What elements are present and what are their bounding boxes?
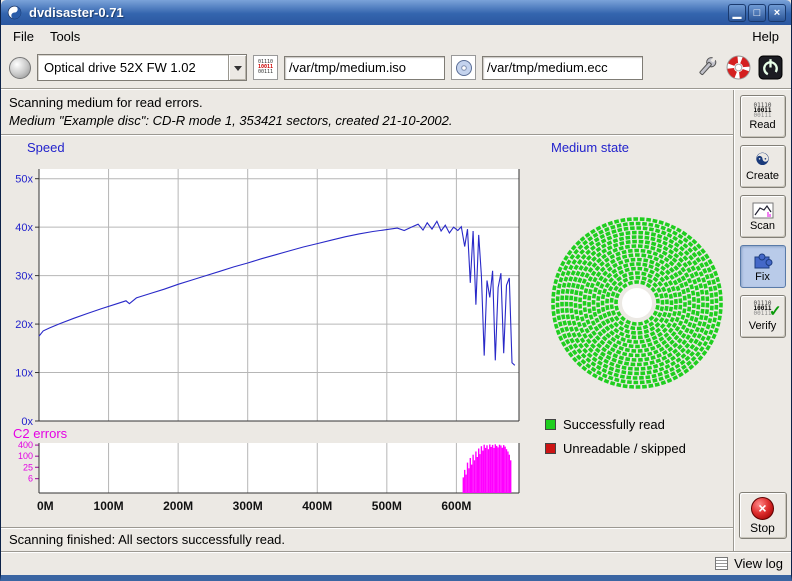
title-bar[interactable]: dvdisaster-0.71 ▁ □ × [1, 0, 791, 25]
operation-status-line1: Scanning medium for read errors. [9, 95, 733, 110]
svg-text:300M: 300M [233, 499, 263, 513]
drive-selector-value: Optical drive 52X FW 1.02 [38, 60, 228, 75]
image-file-icon: 01110 10011 00111 [253, 55, 278, 80]
action-button-column: 01110 10011 00111 Read ☯ Create Scan [733, 90, 791, 551]
menu-tools[interactable]: Tools [42, 27, 88, 46]
operation-status-area: Scanning medium for read errors. Medium … [1, 90, 733, 134]
legend-unreadable-label: Unreadable / skipped [563, 441, 686, 456]
stop-button[interactable]: × Stop [739, 492, 787, 539]
view-log-label: View log [734, 556, 783, 571]
medium-info-line: Medium "Example disc": CD-R mode 1, 3534… [9, 113, 733, 128]
left-column: Scanning medium for read errors. Medium … [1, 90, 733, 551]
dvdisaster-logo-icon[interactable] [725, 55, 751, 81]
svg-text:100: 100 [18, 451, 33, 461]
binary-read-icon: 01110 10011 00111 [753, 103, 771, 118]
medium-state-legend: Successfully read Unreadable / skipped [545, 417, 733, 456]
c2-errors-chart: 6 25100400 [1, 441, 541, 497]
view-log-button[interactable]: View log [715, 556, 783, 571]
svg-text:50x: 50x [15, 174, 33, 186]
menu-bar: File Tools Help [1, 25, 791, 47]
scan-result-status: Scanning finished: All sectors successfu… [1, 529, 733, 550]
menu-file[interactable]: File [5, 27, 42, 46]
scan-button-label: Scan [750, 220, 775, 232]
iso-path-input[interactable] [284, 56, 445, 80]
svg-text:200M: 200M [163, 499, 193, 513]
ecc-file-icon [451, 55, 476, 80]
maximize-button[interactable]: □ [748, 4, 766, 22]
drive-selector[interactable]: Optical drive 52X FW 1.02 [37, 54, 247, 81]
app-window: dvdisaster-0.71 ▁ □ × File Tools Help Op… [0, 0, 792, 581]
legend-success-label: Successfully read [563, 417, 665, 432]
footer-bar: View log [1, 551, 791, 575]
window-title: dvdisaster-0.71 [29, 5, 726, 20]
preferences-wrench-icon[interactable] [693, 55, 719, 81]
legend-item-success: Successfully read [545, 417, 733, 432]
main-content: Scanning medium for read errors. Medium … [1, 90, 791, 551]
svg-text:25: 25 [23, 462, 33, 472]
toolbar: Optical drive 52X FW 1.02 01110 10011 00… [1, 47, 791, 88]
success-swatch-icon [545, 419, 556, 430]
puzzle-piece-icon [751, 250, 775, 270]
svg-text:100M: 100M [94, 499, 124, 513]
svg-text:10x: 10x [15, 368, 33, 380]
create-button[interactable]: ☯ Create [740, 145, 786, 188]
chevron-down-icon[interactable] [228, 55, 246, 80]
verify-check-icon: 01110 10011 00111 ✓ [753, 301, 771, 319]
verify-button[interactable]: 01110 10011 00111 ✓ Verify [740, 295, 786, 338]
chart-column: Speed 0x10x20x30x40x50x C2 errors 625100… [1, 138, 541, 527]
fix-button-label: Fix [755, 271, 770, 283]
svg-text:500M: 500M [372, 499, 402, 513]
svg-text:400: 400 [18, 441, 33, 450]
svg-text:30x: 30x [15, 271, 33, 283]
yin-yang-icon: ☯ [755, 151, 770, 169]
svg-text:20x: 20x [15, 319, 33, 331]
close-button[interactable]: × [768, 4, 786, 22]
legend-item-unreadable: Unreadable / skipped [545, 441, 733, 456]
unreadable-swatch-icon [545, 443, 556, 454]
menu-help[interactable]: Help [744, 27, 787, 46]
svg-text:0M: 0M [37, 499, 54, 513]
quit-power-icon[interactable] [757, 55, 783, 81]
create-button-label: Create [746, 170, 779, 182]
app-yinyang-icon [6, 4, 23, 21]
svg-text:400M: 400M [302, 499, 332, 513]
scan-button[interactable]: Scan [740, 195, 786, 238]
chart-region: Speed 0x10x20x30x40x50x C2 errors 625100… [1, 136, 733, 527]
ecc-path-input[interactable] [482, 56, 643, 80]
disc-visualization [549, 215, 725, 391]
svg-text:0x: 0x [21, 416, 33, 425]
stop-x-icon: × [751, 497, 774, 520]
speed-chart: 0x 10x 20x 30x 40x 50x [1, 157, 541, 425]
c2-errors-label: C2 errors [13, 426, 541, 441]
stop-button-label: Stop [750, 521, 775, 535]
drive-icon [9, 57, 31, 79]
verify-button-label: Verify [749, 320, 777, 332]
medium-state-label: Medium state [551, 140, 733, 157]
svg-text:40x: 40x [15, 222, 33, 234]
scan-chart-icon [752, 202, 774, 219]
svg-text:6: 6 [28, 474, 33, 484]
medium-state-column: Medium state Successfully read Unreadabl… [541, 138, 733, 527]
read-button[interactable]: 01110 10011 00111 Read [740, 95, 786, 138]
x-axis-labels: 0M 100M 200M 300M 400M 500M 600M [1, 497, 541, 514]
minimize-button[interactable]: ▁ [728, 4, 746, 22]
fix-button[interactable]: Fix [740, 245, 786, 288]
read-button-label: Read [749, 119, 775, 131]
medium-state-disc [549, 215, 725, 391]
svg-text:600M: 600M [441, 499, 471, 513]
speed-chart-label: Speed [27, 140, 541, 157]
log-list-icon [715, 557, 728, 570]
